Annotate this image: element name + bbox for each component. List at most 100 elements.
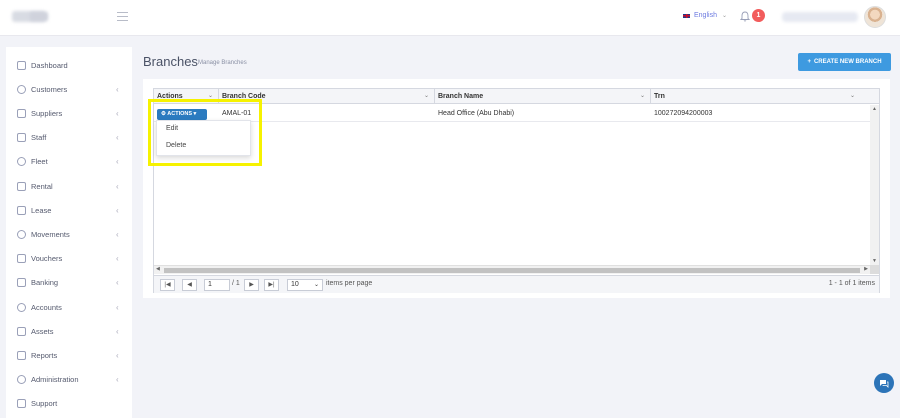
language-label: English (694, 12, 717, 19)
sidebar-item-label: Assets (31, 326, 54, 336)
brand-logo-text (30, 12, 48, 21)
chevron-left-icon[interactable]: ‹ (116, 351, 119, 360)
cell-branch-name: Head Office (Abu Dhabi) (438, 110, 515, 117)
sidebar-item-staff[interactable]: Staff ‹ (6, 126, 132, 150)
sidebar-item-label: Support (31, 399, 58, 409)
notification-badge[interactable]: 1 (752, 9, 765, 22)
sidebar-item-label: Reports (31, 350, 58, 360)
bell-icon[interactable] (740, 11, 750, 22)
sidebar-item-support[interactable]: Support (6, 392, 132, 416)
scrollbar-thumb[interactable] (164, 268, 860, 273)
sidebar-item-label: Customers (31, 84, 68, 94)
chevron-left-icon[interactable]: ‹ (116, 278, 119, 287)
vertical-scrollbar[interactable]: ▲ ▼ (870, 105, 879, 265)
chevron-down-icon: ⌄ (313, 282, 319, 288)
chevron-left-icon[interactable]: ‹ (116, 254, 119, 263)
first-page-button[interactable]: |◀ (160, 279, 175, 291)
sidebar-item-label: Banking (31, 278, 59, 288)
sidebar-item-customers[interactable]: Customers ‹ (6, 77, 132, 101)
sidebar-item-fleet[interactable]: Fleet ‹ (6, 150, 132, 174)
sidebar-item-accounts[interactable]: Accounts ‹ (6, 295, 132, 319)
sidebar-item-movements[interactable]: Movements ‹ (6, 222, 132, 246)
chevron-down-icon[interactable]: ⌄ (850, 89, 855, 104)
sidebar-item-dashboard[interactable]: Dashboard (6, 53, 132, 77)
sidebar-item-rental[interactable]: Rental ‹ (6, 174, 132, 198)
chevron-left-icon[interactable]: ‹ (116, 375, 119, 384)
sidebar-item-label: Fleet (31, 157, 48, 167)
sidebar-item-suppliers[interactable]: Suppliers ‹ (6, 101, 132, 125)
chevron-left-icon[interactable]: ‹ (116, 327, 119, 336)
diamond-icon (17, 326, 26, 336)
chevron-down-icon[interactable]: ⌄ (424, 89, 429, 104)
chevron-left-icon[interactable]: ‹ (116, 109, 119, 118)
speedometer-icon (17, 157, 26, 167)
column-header-branch-name[interactable]: Branch Name ⌄ (435, 89, 651, 104)
chevron-left-icon[interactable]: ‹ (116, 206, 119, 215)
user-icon (17, 133, 26, 143)
next-page-button[interactable]: ▶ (244, 279, 259, 291)
chevron-left-icon[interactable]: ‹ (116, 85, 119, 94)
chat-icon (880, 379, 889, 388)
horizontal-scrollbar[interactable]: ◀ ▶ (154, 265, 870, 274)
page-subtitle: Manage Branches (198, 60, 247, 66)
sidebar-item-label: Movements (31, 229, 70, 239)
create-new-branch-button[interactable]: + CREATE NEW BRANCH (798, 53, 891, 71)
book-icon (17, 181, 26, 191)
scroll-down-icon[interactable]: ▼ (872, 258, 877, 264)
bar-chart-icon (17, 350, 26, 360)
column-header-trn[interactable]: Trn ⌄ (651, 89, 860, 104)
chevron-left-icon[interactable]: ‹ (116, 157, 119, 166)
page-title: Branches (143, 54, 198, 69)
lifebuoy-icon (17, 399, 26, 409)
scroll-right-icon[interactable]: ▶ (864, 266, 868, 272)
sidebar-item-vouchers[interactable]: Vouchers ‹ (6, 247, 132, 271)
scroll-left-icon[interactable]: ◀ (156, 266, 160, 272)
sidebar-item-label: Administration (31, 375, 79, 385)
sidebar-item-label: Suppliers (31, 108, 63, 118)
sidebar-item-label: Accounts (31, 302, 62, 312)
plus-icon: + (807, 59, 811, 65)
wrench-icon (17, 375, 26, 385)
user-name[interactable] (782, 12, 858, 22)
page-number-input[interactable]: 1 (204, 279, 230, 291)
menu-toggle-icon[interactable] (117, 12, 128, 21)
sidebar-item-lease[interactable]: Lease ‹ (6, 198, 132, 222)
grid-header: Actions ⌄ Branch Code ⌄ Branch Name ⌄ Tr… (154, 89, 879, 104)
chevron-left-icon[interactable]: ‹ (116, 182, 119, 191)
sidebar-item-assets[interactable]: Assets ‹ (6, 319, 132, 343)
cell-trn: 100272094200003 (654, 110, 713, 117)
pager-info: 1 - 1 of 1 items (828, 280, 875, 287)
sidebar: Dashboard Customers ‹ Suppliers ‹ Staff ‹ Fleet… (6, 47, 132, 418)
sidebar-item-reports[interactable]: Reports ‹ (6, 343, 132, 367)
previous-page-button[interactable]: ◀ (182, 279, 197, 291)
users-icon (17, 84, 26, 94)
last-page-button[interactable]: ▶| (264, 279, 279, 291)
sidebar-item-label: Vouchers (31, 254, 63, 264)
chat-button[interactable] (874, 373, 894, 393)
stack-icon (17, 205, 26, 215)
document-icon (17, 254, 26, 264)
page-size-select[interactable]: 10 ⌄ (287, 279, 323, 291)
scroll-up-icon[interactable]: ▲ (872, 106, 877, 112)
language-selector[interactable]: English ⌄ (682, 12, 727, 19)
highlight-box (148, 99, 262, 166)
sidebar-item-administration[interactable]: Administration ‹ (6, 368, 132, 392)
page-total: / 1 (232, 280, 240, 287)
sidebar-item-label: Staff (31, 133, 47, 143)
pager: |◀ ◀ 1 / 1 ▶ ▶| 10 ⌄ items per page 1 - … (154, 275, 879, 293)
flag-icon (17, 229, 26, 239)
chevron-left-icon[interactable]: ‹ (116, 133, 119, 142)
chevron-down-icon: ⌄ (721, 13, 727, 19)
avatar[interactable] (864, 6, 886, 28)
sidebar-item-banking[interactable]: Banking ‹ (6, 271, 132, 295)
sidebar-item-label: Lease (31, 205, 52, 215)
chevron-down-icon[interactable]: ⌄ (640, 89, 645, 104)
chevron-left-icon[interactable]: ‹ (116, 230, 119, 239)
home-icon (17, 60, 26, 70)
layers-icon (17, 108, 26, 118)
chevron-left-icon[interactable]: ‹ (116, 303, 119, 312)
top-bar: English ⌄ 1 (0, 0, 900, 36)
sidebar-item-label: Dashboard (31, 60, 68, 70)
ledger-icon (17, 302, 26, 312)
calendar-icon (17, 278, 26, 288)
